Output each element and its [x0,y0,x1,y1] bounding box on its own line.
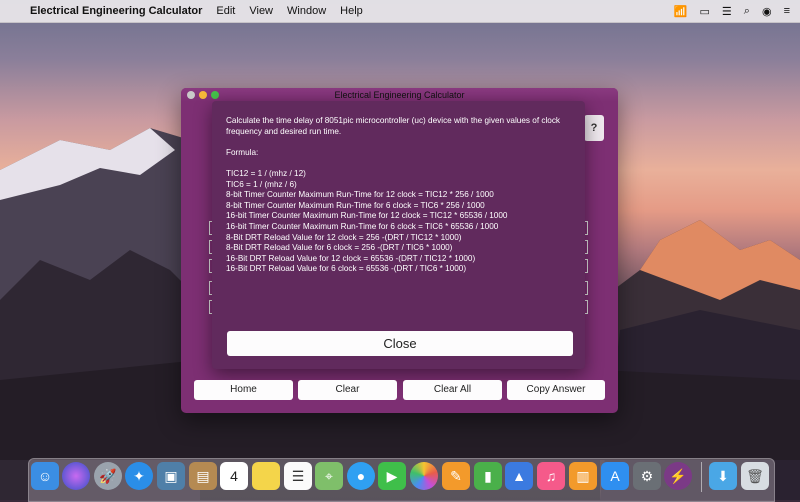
maps-icon[interactable]: ⌖ [315,462,343,490]
formula-heading: Formula: [226,147,259,157]
downloads-folder-icon[interactable]: ⬇ [709,462,737,490]
numbers-icon[interactable]: ▮ [474,462,502,490]
clear-button[interactable]: Clear [298,380,397,400]
window-title: Electrical Engineering Calculator [334,90,465,100]
launchpad-icon[interactable]: 🚀 [94,462,122,490]
notification-center-icon[interactable]: ≡ [784,5,790,17]
formula-line: 16-bit Timer Counter Maximum Run-Time fo… [226,211,508,221]
formula-line: 16-Bit DRT Reload Value for 6 clock = 65… [226,264,467,274]
formula-line: 16-Bit DRT Reload Value for 12 clock = 6… [226,253,476,263]
status-area: 📶 ▭ ☰ ⌕ ◉ ≡ [674,5,800,18]
copy-answer-button[interactable]: Copy Answer [507,380,605,400]
calendar-icon[interactable]: 4 [220,462,248,490]
system-preferences-icon[interactable]: ⚙ [633,462,661,490]
photos-icon[interactable] [410,462,438,490]
formula-line: 16-bit Timer Counter Maximum Run-Time fo… [226,221,499,231]
siri-menu-icon[interactable]: ◉ [762,5,772,18]
close-window-button[interactable] [187,91,195,99]
close-button[interactable]: Close [227,331,573,356]
siri-icon[interactable] [62,462,90,490]
menu-help[interactable]: Help [340,5,363,17]
menu-bar: Electrical Engineering Calculator Edit V… [0,0,800,23]
formula-line: 8-Bit DRT Reload Value for 12 clock = 25… [226,232,462,242]
spotlight-search-icon[interactable]: ⌕ [744,5,750,18]
menu-edit[interactable]: Edit [216,5,235,17]
help-button[interactable]: ? [584,115,604,141]
photo-viewer-icon[interactable]: ▣ [157,462,185,490]
facetime-icon[interactable]: ▶ [378,462,406,490]
formula-line: 8-bit Timer Counter Maximum Run-Time for… [226,190,494,200]
notes-icon[interactable] [252,462,280,490]
user-icon[interactable]: ☰ [722,5,732,18]
minimize-window-button[interactable] [199,91,207,99]
messages-icon[interactable]: ● [347,462,375,490]
app-store-icon[interactable]: A [601,462,629,490]
safari-icon[interactable]: ✦ [125,462,153,490]
zoom-window-button[interactable] [211,91,219,99]
sheet-intro-text: Calculate the time delay of 8051pic micr… [226,116,561,136]
app-icon[interactable]: ⚡ [664,462,692,490]
trash-icon[interactable]: 🗑 [741,462,769,490]
formula-line: 8-Bit DRT Reload Value for 6 clock = 256… [226,243,453,253]
reminders-icon[interactable]: ☰ [284,462,312,490]
formula-line: TIC6 = 1 / (mhz / 6) [226,179,297,189]
contacts-icon[interactable]: ▤ [189,462,217,490]
menu-view[interactable]: View [249,5,273,17]
books-icon[interactable]: ▥ [569,462,597,490]
battery-icon[interactable]: ▭ [700,5,710,18]
formula-line: 8-bit Timer Counter Maximum Run-Time for… [226,200,485,210]
clear-all-button[interactable]: Clear All [403,380,502,400]
info-sheet-content: Calculate the time delay of 8051pic micr… [226,116,576,275]
keynote-icon[interactable]: ▲ [505,462,533,490]
finder-icon[interactable]: ☺ [31,462,59,490]
window-titlebar: Electrical Engineering Calculator [181,88,618,102]
home-button[interactable]: Home [194,380,293,400]
formula-line: TIC12 = 1 / (mhz / 12) [226,168,306,178]
menu-window[interactable]: Window [287,5,326,17]
wifi-icon[interactable]: 📶 [674,5,688,18]
music-icon[interactable]: ♫ [537,462,565,490]
dock-separator [701,462,702,492]
pages-icon[interactable]: ✎ [442,462,470,490]
menu-app-name[interactable]: Electrical Engineering Calculator [30,5,202,17]
